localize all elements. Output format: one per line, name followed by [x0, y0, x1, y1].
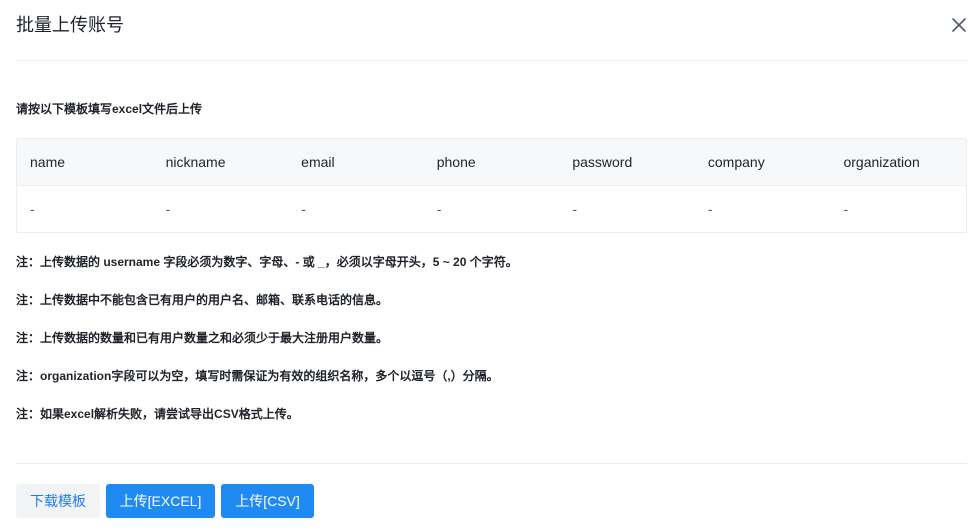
- column-header-nickname: nickname: [165, 154, 226, 170]
- note-excel-fallback: 注：如果excel解析失败，请尝试导出CSV格式上传。: [16, 407, 299, 421]
- upload-excel-button[interactable]: 上传[EXCEL]: [106, 484, 215, 518]
- table-cell: -: [572, 201, 577, 217]
- table-cell: -: [436, 201, 442, 217]
- table-cell: -: [165, 201, 171, 217]
- note-no-duplicates: 注：上传数据中不能包含已有用户的用户名、邮箱、联系电话的信息。: [16, 293, 389, 307]
- table-cell: -: [707, 201, 713, 217]
- table-cell: -: [30, 201, 35, 217]
- column-header-email: email: [301, 154, 335, 170]
- header-divider: [16, 60, 967, 61]
- template-table: name nickname email phone password compa…: [16, 138, 967, 233]
- table-row: - - - - - - -: [17, 186, 966, 232]
- note-username-rule: 注：上传数据的 username 字段必须为数字、字母、- 或 _，必须以字母开…: [16, 255, 518, 269]
- column-header-name: name: [30, 154, 66, 170]
- footer-divider: [16, 463, 967, 464]
- dialog-title: 批量上传账号: [16, 15, 124, 35]
- table-header-row: name nickname email phone password compa…: [17, 139, 966, 186]
- note-organization-field: 注：organization字段可以为空，填写时需保证为有效的组织名称，多个以逗…: [16, 369, 499, 383]
- note-user-limit: 注：上传数据的数量和已有用户数量之和必须少于最大注册用户数量。: [16, 331, 389, 345]
- upload-csv-button[interactable]: 上传[CSV]: [221, 484, 314, 518]
- close-icon[interactable]: [949, 15, 969, 35]
- table-cell: -: [301, 201, 306, 217]
- column-header-password: password: [572, 154, 633, 170]
- column-header-organization: organization: [843, 154, 920, 170]
- column-header-phone: phone: [436, 154, 476, 170]
- download-template-button[interactable]: 下载模板: [16, 484, 100, 518]
- table-cell: -: [843, 201, 849, 217]
- column-header-company: company: [707, 154, 765, 170]
- instruction-text: 请按以下模板填写excel文件后上传: [16, 102, 203, 116]
